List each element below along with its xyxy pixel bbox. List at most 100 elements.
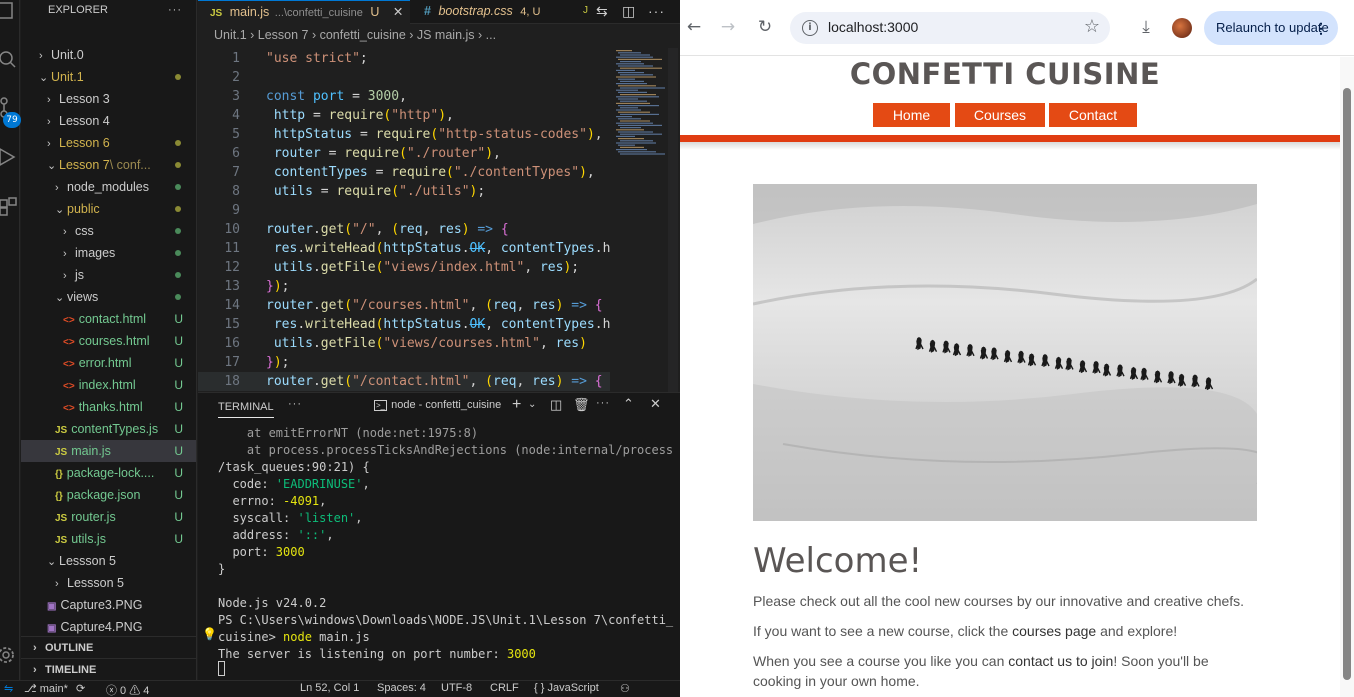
close-panel-icon[interactable]: ✕ [650,396,661,412]
tree-item[interactable]: ⌄ Unit.1 [21,66,196,88]
tree-item[interactable]: › js [21,264,196,286]
search-icon[interactable] [0,48,20,70]
breadcrumb[interactable]: Unit.1 › Lesson 7 › confetti_cuisine › J… [214,28,496,42]
kebab-menu-icon[interactable]: ⋮ [1314,11,1328,45]
code-line[interactable]: 6 router = require("./router"), [198,144,610,163]
sync-icon[interactable]: ⟳ [76,682,85,695]
tree-item[interactable]: › Unit.0 [21,44,196,66]
cursor-position[interactable]: Ln 52, Col 1 [300,682,359,694]
extensions-icon[interactable] [0,196,20,218]
tree-item[interactable]: › css [21,220,196,242]
code-line[interactable]: 17}); [198,353,610,372]
tab-main-js[interactable]: JS main.js ...\confetti_cuisine U ✕ [198,0,410,24]
run-debug-icon[interactable] [0,146,20,168]
code-line[interactable]: 12 utils.getFile("views/index.html", res… [198,258,610,277]
code-line[interactable]: 3 const port = 3000, [198,87,610,106]
download-icon[interactable]: ⤓ [1134,15,1158,39]
remote-icon[interactable]: ⇋ [4,682,13,695]
settings-gear-icon[interactable] [0,644,20,666]
problems-count[interactable]: ⓧ 0 ⚠ 4 [106,682,149,697]
tree-item[interactable]: <> index.html U [21,374,196,396]
tree-item[interactable]: › Lesson 6 [21,132,196,154]
tree-item[interactable]: JS utils.js U [21,528,196,550]
chevron-down-icon[interactable]: ⌄ [528,399,536,410]
code-editor[interactable]: 1 "use strict"; 2 3 const port = 3000, 4 http… [198,48,610,392]
code-line[interactable]: 13}); [198,277,610,296]
split-terminal-icon[interactable]: ◫ [550,397,562,413]
relaunch-button[interactable]: Relaunch to update ⋮ [1204,11,1338,45]
split-editor-icon[interactable]: ◫ [622,0,642,24]
tree-item[interactable]: › images [21,242,196,264]
tree-item[interactable]: ⌄ views [21,286,196,308]
tree-item[interactable]: ⌄ Lessson 5 [21,550,196,572]
tree-item[interactable]: › Lesson 4 [21,110,196,132]
terminal-instance[interactable]: >_ node - confetti_cuisine [374,399,501,411]
more-actions-icon[interactable]: ··· [288,398,302,410]
nav-courses[interactable]: Courses [955,103,1045,127]
code-line[interactable]: 18 router.get("/contact.html", (req, res)… [198,372,610,391]
tab-terminal[interactable]: TERMINAL [218,401,274,418]
files-icon[interactable] [0,0,20,22]
contact-link[interactable]: contact us to join [1008,653,1113,669]
tree-item[interactable]: ▣ Capture3.PNG [21,594,196,616]
code-line[interactable]: 5 httpStatus = require("http-status-code… [198,125,610,144]
code-line[interactable]: 15 res.writeHead(httpStatus.OK, contentT… [198,315,610,334]
courses-page-link[interactable]: courses page [1012,623,1096,639]
code-line[interactable]: 11 res.writeHead(httpStatus.OK, contentT… [198,239,610,258]
tree-item[interactable]: › node_modules [21,176,196,198]
code-line[interactable]: 1 "use strict"; [198,49,610,68]
new-terminal-icon[interactable]: + [512,396,521,414]
tree-item[interactable]: ⌄ public [21,198,196,220]
forward-arrow-icon[interactable]: → [716,15,740,39]
code-line[interactable]: 4 http = require("http"), [198,106,610,125]
indentation[interactable]: Spaces: 4 [377,682,426,694]
tree-item[interactable]: ▣ Capture4.PNG [21,616,196,638]
tree-item[interactable]: <> thanks.html U [21,396,196,418]
trash-icon[interactable]: 🗑 [573,397,590,413]
copilot-icon[interactable]: ⚇ [620,682,630,695]
maximize-panel-icon[interactable]: ⌃ [623,396,634,412]
profile-avatar[interactable] [1172,18,1192,38]
encoding[interactable]: UTF-8 [441,682,472,694]
bookmark-star-icon[interactable]: ☆ [1084,16,1100,37]
code-line[interactable]: 2 [198,68,610,87]
language-mode[interactable]: { } JavaScript [534,682,599,694]
more-actions-icon[interactable]: ··· [168,0,182,20]
tree-item[interactable]: JS main.js U [21,440,196,462]
code-line[interactable]: 7 contentTypes = require("./contentTypes… [198,163,610,182]
address-bar[interactable]: i localhost:3000 ☆ [790,12,1110,44]
tree-item[interactable]: <> contact.html U [21,308,196,330]
nav-home[interactable]: Home [873,103,950,127]
nav-contact[interactable]: Contact [1049,103,1137,127]
back-arrow-icon[interactable]: ← [682,15,706,39]
more-actions-icon[interactable]: ··· [596,397,610,409]
more-actions-icon[interactable]: ··· [648,0,672,24]
editor-scrollbar[interactable] [668,48,678,392]
lightbulb-icon[interactable]: 💡 [202,627,217,641]
site-info-icon[interactable]: i [802,20,818,36]
tree-item[interactable]: {} package.json U [21,484,196,506]
reload-icon[interactable]: ↻ [753,15,777,39]
code-line[interactable]: 10 router.get("/", (req, res) => { [198,220,610,239]
tree-item[interactable]: › Lesson 3 [21,88,196,110]
tree-item[interactable]: ⌄ Lesson 7\ conf... [21,154,196,176]
timeline-section[interactable]: › TIMELINE [21,658,196,680]
page-scroll-thumb[interactable] [1343,88,1351,680]
git-branch[interactable]: ⎇ main* [24,682,68,695]
tab-bootstrap-css[interactable]: # bootstrap.css 4, U [414,0,554,24]
tree-item[interactable]: › Lessson 5 [21,572,196,594]
tree-item[interactable]: {} package-lock.... U [21,462,196,484]
code-line[interactable]: 16 utils.getFile("views/courses.html", r… [198,334,610,353]
eol[interactable]: CRLF [490,682,519,694]
terminal-output[interactable]: at emitErrorNT (node:net:1975:8) at proc… [218,425,678,663]
code-line[interactable]: 9 [198,201,610,220]
tree-item[interactable]: <> error.html U [21,352,196,374]
compare-icon[interactable]: ⇆ [596,0,618,24]
code-line[interactable]: 8 utils = require("./utils"); [198,182,610,201]
minimap[interactable] [612,48,670,158]
outline-section[interactable]: › OUTLINE [21,636,196,658]
tree-item[interactable]: JS router.js U [21,506,196,528]
code-line[interactable]: 14 router.get("/courses.html", (req, res)… [198,296,610,315]
tree-item[interactable]: <> courses.html U [21,330,196,352]
close-icon[interactable]: ✕ [393,5,403,19]
